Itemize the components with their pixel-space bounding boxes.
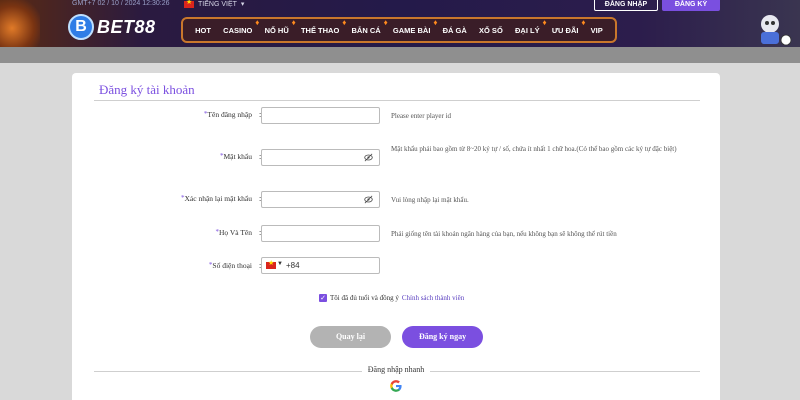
bet88-logo[interactable]: B BET88: [68, 14, 156, 40]
fullname-hint: Phải giống tên tài khoản ngân hàng của b…: [391, 230, 617, 238]
username-label: *Tên đăng nhập: [72, 110, 252, 119]
registration-form: Đăng ký tài khoản *Tên đăng nhập : Pleas…: [72, 73, 720, 400]
confirm-password-label: *Xác nhận lại mật khẩu: [72, 194, 252, 203]
nav-item-hot[interactable]: HOT: [195, 26, 211, 35]
back-button[interactable]: Quay lại: [310, 326, 391, 348]
chevron-down-icon: ▾: [240, 1, 245, 8]
fire-icon: ♦: [581, 17, 586, 27]
confirm-password-label-text: Xác nhận lại mật khẩu: [184, 194, 252, 203]
nav-label: NỔ HŨ: [264, 25, 289, 35]
password-label: *Mật khẩu: [72, 152, 252, 161]
vietnam-flag-icon: [184, 0, 194, 8]
nav-label: BẮN CÁ: [351, 25, 381, 35]
nav-label: ƯU ĐÃI: [551, 25, 579, 35]
phone-country-code: +84: [286, 261, 300, 270]
form-title: Đăng ký tài khoản: [99, 82, 195, 97]
nav-label: ĐÁ GÀ: [442, 25, 467, 35]
main-nav: HOT CASINO ♦ NỔ HŨ ♦ THỂ THAO ♦ BẮN CÁ ♦ GAM…: [181, 17, 617, 43]
mascot-image: [761, 15, 792, 46]
nav-label: VIP: [590, 25, 603, 35]
username-hint: Please enter player id: [391, 112, 452, 120]
phone-label-text: Số điện thoại: [212, 261, 252, 270]
title-divider: [94, 100, 700, 101]
nav-item-card-games[interactable]: GAME BÀI ♦: [392, 18, 438, 35]
nav-item-cockfight[interactable]: ĐÁ GÀ: [443, 26, 467, 35]
header-decoration: [0, 0, 40, 47]
login-button[interactable]: ĐĂNG NHẬP: [594, 0, 658, 11]
nav-label: CASINO: [223, 25, 253, 35]
header-shadow-band: [0, 47, 800, 63]
fire-icon: ♦: [433, 17, 438, 27]
nav-label: GAME BÀI: [392, 25, 431, 35]
logo-badge: B: [68, 14, 94, 40]
password-field[interactable]: [261, 149, 380, 166]
nav-item-casino[interactable]: CASINO ♦: [223, 18, 259, 35]
site-header: GMT+7 02 / 10 / 2024 12:30:26 TIẾNG VIỆT…: [0, 0, 800, 47]
google-icon[interactable]: [389, 379, 403, 393]
agree-checkbox[interactable]: ✓: [319, 294, 327, 302]
phone-label: *Số điện thoại: [72, 261, 252, 270]
nav-item-agent[interactable]: ĐẠI LÝ ♦: [515, 18, 547, 35]
nav-item-promotions[interactable]: ƯU ĐÃI ♦: [551, 18, 586, 35]
nav-item-sports[interactable]: THỂ THAO ♦: [300, 18, 346, 35]
agree-text: Tôi đã đủ tuổi và đồng ý: [330, 294, 399, 302]
fire-icon: ♦: [342, 17, 347, 27]
fullname-field[interactable]: [261, 225, 380, 242]
eye-off-icon[interactable]: [364, 153, 373, 162]
nav-item-slots[interactable]: NỔ HŨ ♦: [264, 18, 296, 35]
fullname-label-text: Họ Và Tên: [218, 228, 252, 237]
member-policy-link[interactable]: Chính sách thành viên: [402, 294, 464, 302]
agreement-row: ✓ Tôi đã đủ tuổi và đồng ý Chính sách th…: [319, 294, 464, 302]
clock-text: GMT+7 02 / 10 / 2024 12:30:26: [72, 0, 170, 7]
username-field[interactable]: [261, 107, 380, 124]
nav-label: THỂ THAO: [300, 25, 340, 35]
password-hint: Mật khẩu phải bao gồm từ 8~20 ký tự / số…: [391, 145, 677, 153]
logo-text: BET88: [97, 16, 156, 37]
phone-field[interactable]: ▼ +84: [261, 257, 380, 274]
register-button[interactable]: ĐĂNG KÝ: [662, 0, 720, 11]
eye-off-icon[interactable]: [364, 195, 373, 204]
nav-item-vip[interactable]: VIP: [591, 26, 603, 35]
fire-icon: ♦: [255, 17, 260, 27]
vietnam-flag-icon[interactable]: [266, 259, 276, 269]
fire-icon: ♦: [291, 17, 296, 27]
confirm-password-hint: Vui lòng nhập lại mật khẩu.: [391, 196, 469, 204]
nav-label: HOT: [195, 25, 211, 35]
password-label-text: Mật khẩu: [223, 152, 252, 161]
language-label: TIẾNG VIỆT: [198, 0, 237, 8]
nav-label: XỔ SỐ: [479, 25, 503, 35]
quick-login-section: Đăng nhập nhanh: [72, 365, 720, 374]
nav-item-lottery[interactable]: XỔ SỐ: [479, 26, 503, 35]
quick-login-label: Đăng nhập nhanh: [361, 365, 431, 374]
language-selector[interactable]: TIẾNG VIỆT ▾: [184, 0, 244, 8]
register-now-button[interactable]: Đăng ký ngay: [402, 326, 483, 348]
fire-icon: ♦: [383, 17, 388, 27]
fire-icon: ♦: [542, 17, 547, 27]
chevron-down-icon[interactable]: ▼: [277, 261, 283, 267]
nav-item-fishing[interactable]: BẮN CÁ ♦: [351, 18, 388, 35]
confirm-password-field[interactable]: [261, 191, 380, 208]
nav-label: ĐẠI LÝ: [515, 25, 540, 35]
fullname-label: *Họ Và Tên: [72, 228, 252, 237]
check-icon: ✓: [320, 294, 326, 302]
username-label-text: Tên đăng nhập: [207, 110, 252, 119]
